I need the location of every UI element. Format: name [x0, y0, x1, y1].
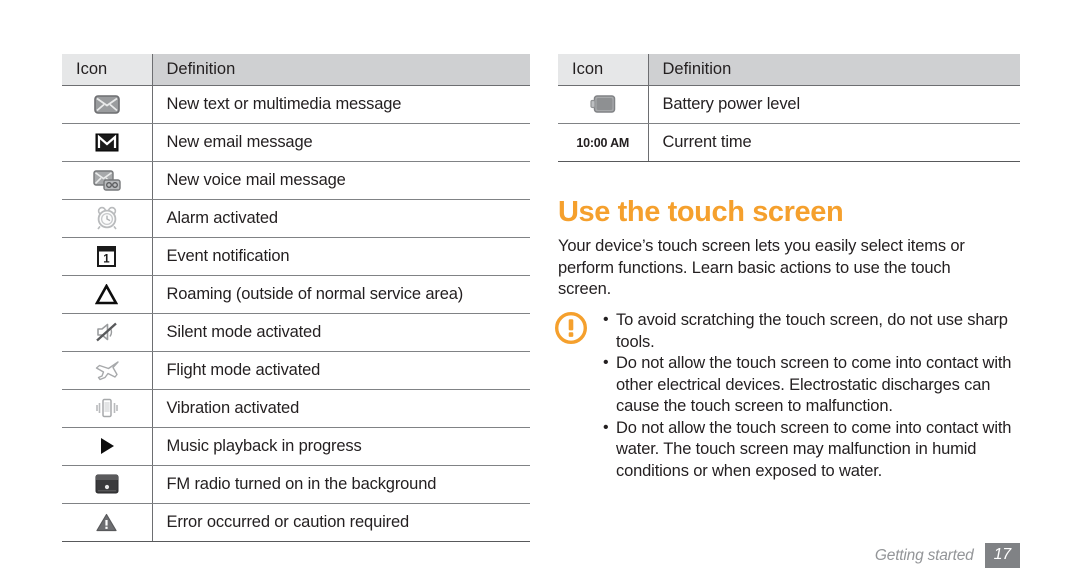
indicator-table-right: Icon Definition Battery power level 10:0…	[558, 54, 1020, 162]
cell-icon	[62, 123, 153, 162]
cell-icon	[62, 275, 153, 314]
envelope-message-icon	[93, 94, 120, 114]
cell-icon	[62, 389, 153, 428]
cell-icon	[62, 313, 153, 352]
voicemail-icon	[93, 169, 121, 191]
table-row: Battery power level	[558, 85, 1020, 124]
cell-definition: New voice mail message	[152, 161, 530, 200]
cell-definition: Flight mode activated	[152, 351, 530, 390]
column-header-icon: Icon	[558, 54, 649, 86]
svg-text:1: 1	[104, 253, 111, 265]
table-row: New text or multimedia message	[62, 85, 530, 124]
table-header-row: Icon Definition	[62, 54, 530, 86]
table-row: Roaming (outside of normal service area)	[62, 275, 530, 314]
battery-icon	[590, 95, 616, 113]
cell-definition: Silent mode activated	[152, 313, 530, 352]
cell-definition: Music playback in progress	[152, 427, 530, 466]
list-item-text: Do not allow the touch screen to come in…	[616, 354, 1012, 415]
cell-icon	[62, 85, 153, 124]
list-item-text: To avoid scratching the touch screen, do…	[616, 311, 1008, 351]
cell-icon	[62, 351, 153, 390]
cell-icon	[62, 427, 153, 466]
bullet-icon: •	[603, 354, 609, 371]
caution-note: • To avoid scratching the touch screen, …	[554, 310, 1032, 482]
cell-definition: New text or multimedia message	[152, 85, 530, 124]
page-footer: Getting started 17	[875, 543, 1020, 568]
column-header-icon: Icon	[62, 54, 153, 86]
cell-definition: New email message	[152, 123, 530, 162]
vibration-phone-icon	[94, 397, 120, 419]
airplane-flight-icon	[94, 359, 120, 381]
page-title: Use the touch screen	[558, 196, 844, 228]
column-header-definition: Definition	[648, 54, 1020, 86]
bullet-icon: •	[603, 311, 609, 328]
table-row: Flight mode activated	[62, 351, 530, 390]
table-row: Silent mode activated	[62, 313, 530, 352]
bullet-icon: •	[603, 418, 609, 436]
cell-definition: Roaming (outside of normal service area)	[152, 275, 530, 314]
roaming-triangle-icon	[95, 282, 119, 305]
cell-icon-time: 10:00 AM	[558, 123, 649, 162]
table-row: 10:00 AM Current time	[558, 123, 1020, 162]
table-row: Error occurred or caution required	[62, 503, 530, 542]
cell-definition: Alarm activated	[152, 199, 530, 238]
caution-list: • To avoid scratching the touch screen, …	[602, 310, 1032, 482]
cell-definition: Error occurred or caution required	[152, 503, 530, 542]
table-header-row: Icon Definition	[558, 54, 1020, 86]
list-item: • To avoid scratching the touch screen, …	[602, 310, 1032, 353]
footer-section-label: Getting started	[874, 546, 974, 564]
table-row: FM radio turned on in the background	[62, 465, 530, 504]
music-play-icon	[98, 436, 116, 456]
cell-icon	[62, 199, 153, 238]
cell-definition: FM radio turned on in the background	[152, 465, 530, 504]
cell-icon	[62, 503, 153, 542]
cell-definition: Vibration activated	[152, 389, 530, 428]
cell-icon	[62, 465, 153, 504]
list-item-text: Do not allow the touch screen to come in…	[616, 418, 1012, 480]
clock-time-text: 10:00 AM	[576, 135, 630, 150]
cell-icon	[558, 85, 649, 124]
silent-mute-speaker-icon	[95, 321, 119, 343]
cell-definition: Current time	[648, 123, 1020, 162]
table-row: 1 Event notification	[62, 237, 530, 276]
fm-radio-icon	[95, 474, 119, 494]
table-row: Alarm activated	[62, 199, 530, 238]
alarm-clock-icon	[95, 206, 119, 230]
column-header-definition: Definition	[152, 54, 530, 86]
cell-icon: 1	[62, 237, 153, 276]
calendar-event-icon: 1	[97, 245, 117, 267]
list-item: • Do not allow the touch screen to come …	[602, 418, 1032, 483]
email-m-icon	[95, 133, 119, 152]
warning-triangle-icon	[95, 512, 118, 533]
page-number-badge: 17	[984, 543, 1020, 568]
intro-paragraph: Your device’s touch screen lets you easi…	[558, 237, 965, 298]
table-row: Music playback in progress	[62, 427, 530, 466]
cell-definition: Battery power level	[648, 85, 1020, 124]
cell-icon	[62, 161, 153, 200]
table-row: New voice mail message	[62, 161, 530, 200]
cell-definition: Event notification	[152, 237, 530, 276]
table-row: New email message	[62, 123, 530, 162]
table-row: Vibration activated	[62, 389, 530, 428]
caution-exclamation-circle-icon	[554, 310, 602, 350]
indicator-table-left: Icon Definition New text or multimedia m…	[62, 54, 530, 542]
list-item: • Do not allow the touch screen to come …	[602, 353, 1032, 418]
